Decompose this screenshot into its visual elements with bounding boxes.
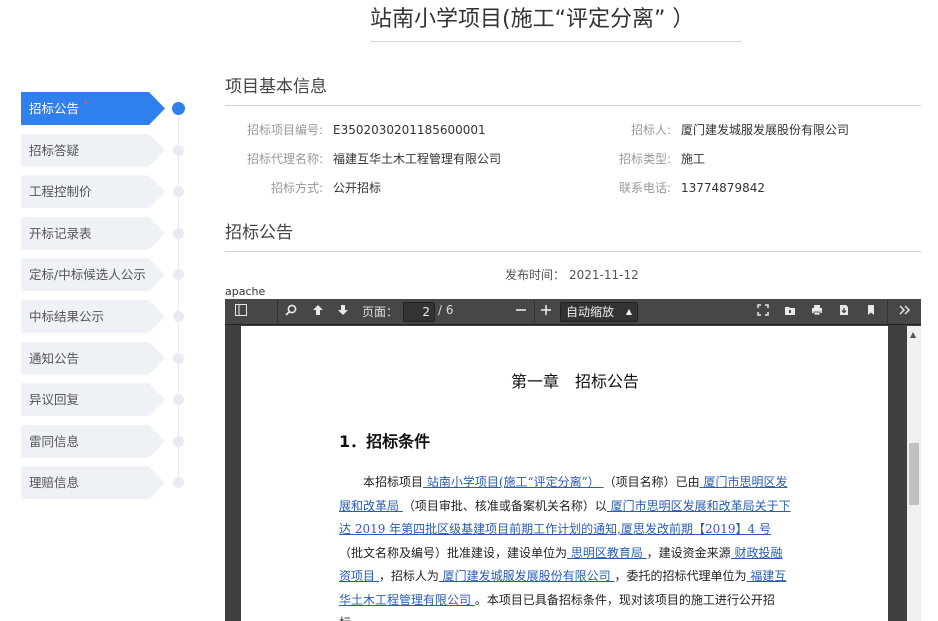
toolbar-separator [887,299,888,325]
filled-field: 思明区教育局 [567,545,647,560]
info-field-phone: 联系电话: 13774879842 [582,179,765,196]
page-number-input[interactable]: 2 [403,302,435,322]
sidebar-item-label: 异议回复 [29,392,80,408]
print-icon[interactable] [809,304,825,320]
chapter-title: 第一章 招标公告 [511,372,640,391]
sidebar-item-label: 开标记录表 [29,225,92,241]
pdf-scroll-area[interactable]: 第一章 招标公告 1．招标条件 本招标项目 站南小学项目(施工“评定分离”） （… [225,326,921,621]
sidebar-toggle-icon[interactable] [233,304,249,320]
arrow-up-icon[interactable] [310,304,326,320]
info-label: 招标类型: [618,152,671,166]
sidebar-item[interactable]: 中标结果公示 [21,299,165,333]
info-label: 招标代理名称: [246,152,323,166]
scrollbar-thumb[interactable] [909,443,919,505]
info-field-method: 招标方式: 公开招标 [225,179,381,196]
pdf-toolbar: 页面： 2 / 6 自动缩放 ▲ [225,299,921,325]
zoom-value: 自动缩放 [566,305,615,319]
toolbar-separator [277,299,278,325]
publish-date: 2021-11-12 [569,268,639,282]
title-bar: 站南小学项目(施工“评定分离” ） [370,4,742,42]
double-chevron-right-icon[interactable] [897,304,913,320]
bookmark-icon[interactable] [863,304,879,320]
info-value: 施工 [681,152,706,166]
pdf-viewer: apache 页面： 2 / 6 自动缩放 ▲ 第一章 招标公告 1．招标条件 … [225,284,921,621]
sidebar-item[interactable]: 雷同信息 [21,424,165,458]
pdf-page: 第一章 招标公告 1．招标条件 本招标项目 站南小学项目(施工“评定分离”） （… [241,326,888,621]
minus-icon[interactable] [513,304,529,320]
paragraph-text: ，委托的招标代理单位为 [614,569,747,583]
info-value: 福建互华土木工程管理有限公司 [333,152,502,166]
apache-label: apache [225,284,921,299]
info-label: 招标方式: [270,181,323,195]
paragraph-text: 本招标项目 [339,475,424,489]
info-field-tenderer: 招标人: 厦门建发城服发展股份有限公司 [582,121,849,138]
scroll-up-arrow-icon[interactable]: ▲ [910,330,916,339]
info-label: 招标项目编号: [246,123,323,137]
sidebar-item-label: 理赔信息 [29,475,80,491]
vertical-scrollbar[interactable]: ▲ [907,326,921,621]
page: 站南小学项目(施工“评定分离” ） 招标公告 • 招标答疑 工程控制价 开标记录表 定标/… [0,0,938,621]
fullscreen-icon[interactable] [755,304,771,320]
info-label: 联系电话: [618,181,671,195]
section-heading-notice: 招标公告 [225,218,921,252]
sidebar-item[interactable]: 工程控制价 [21,175,165,209]
new-indicator-dot: • [83,98,89,109]
open-file-icon[interactable] [782,304,798,320]
sidebar-item[interactable]: 定标/中标候选人公示 [21,258,165,292]
arrow-down-icon[interactable] [335,304,351,320]
sidebar-item-label: 中标结果公示 [29,308,105,324]
filled-field: 厦门建发城服发展股份有限公司 [438,569,615,583]
sidebar-nav: 招标公告 • 招标答疑工程控制价开标记录表定标/中标候选人公示 中标结果公示 通知公告异… [21,92,221,508]
sidebar-item-label: 招标公告 [29,101,80,116]
sidebar-item[interactable]: 通知公告 [21,341,165,375]
sidebar-item[interactable]: 理赔信息 [21,466,165,500]
paragraph-text: ，招标人为 [378,569,439,583]
sidebar-item-label: 通知公告 [29,350,80,366]
publish-label: 发布时间： [505,268,566,282]
paragraph-text: ，建设资金来源 [646,545,731,560]
section-title: 1．招标条件 [339,432,431,451]
section-heading-basic-info: 项目基本信息 [225,72,921,106]
paragraph-text: （项目名称）已由 [603,475,700,489]
search-icon[interactable] [283,304,299,320]
document-paragraph: 本招标项目 站南小学项目(施工“评定分离”） （项目名称）已由 厦门市思明区发展… [339,471,793,621]
info-value: E3502030201185600001 [333,123,486,137]
page-total: / 6 [438,303,454,317]
info-field-type: 招标类型: 施工 [582,150,705,167]
paragraph-text: （批文名称及编号）批准建设，建设单位为 [339,545,568,560]
sidebar-item-label: 定标/中标候选人公示 [29,267,146,283]
page-label: 页面： [362,305,399,319]
page-title: 站南小学项目(施工“评定分离” ） [370,7,695,32]
paragraph-text: （项目审批、核准或备案机关名称）以 [402,498,607,513]
sidebar-item[interactable]: 招标答疑 [21,133,165,167]
sidebar-item[interactable]: 异议回复 [21,383,165,417]
info-value: 厦门建发城服发展股份有限公司 [681,123,850,137]
info-label: 招标人: [630,123,671,137]
sidebar-item[interactable]: 招标公告 • [21,92,165,125]
sidebar-item[interactable]: 开标记录表 [21,216,165,250]
info-value: 13774879842 [681,181,765,195]
chevron-updown-icon: ▲ [625,307,632,316]
info-field-agency: 招标代理名称: 福建互华土木工程管理有限公司 [225,150,501,167]
info-field-project-no: 招标项目编号: E3502030201185600001 [225,121,486,138]
zoom-select[interactable]: 自动缩放 ▲ [560,302,638,322]
download-icon[interactable] [836,304,852,320]
sidebar-item-label: 招标答疑 [29,142,80,158]
toolbar-separator [534,299,535,325]
publish-time: 发布时间： 2021-11-12 [505,266,639,283]
sidebar-item-label: 雷同信息 [29,433,80,449]
info-value: 公开招标 [333,181,382,195]
plus-icon[interactable] [538,304,554,320]
sidebar-item-label: 工程控制价 [29,184,92,200]
filled-field: 站南小学项目(施工“评定分离”） [423,475,604,489]
